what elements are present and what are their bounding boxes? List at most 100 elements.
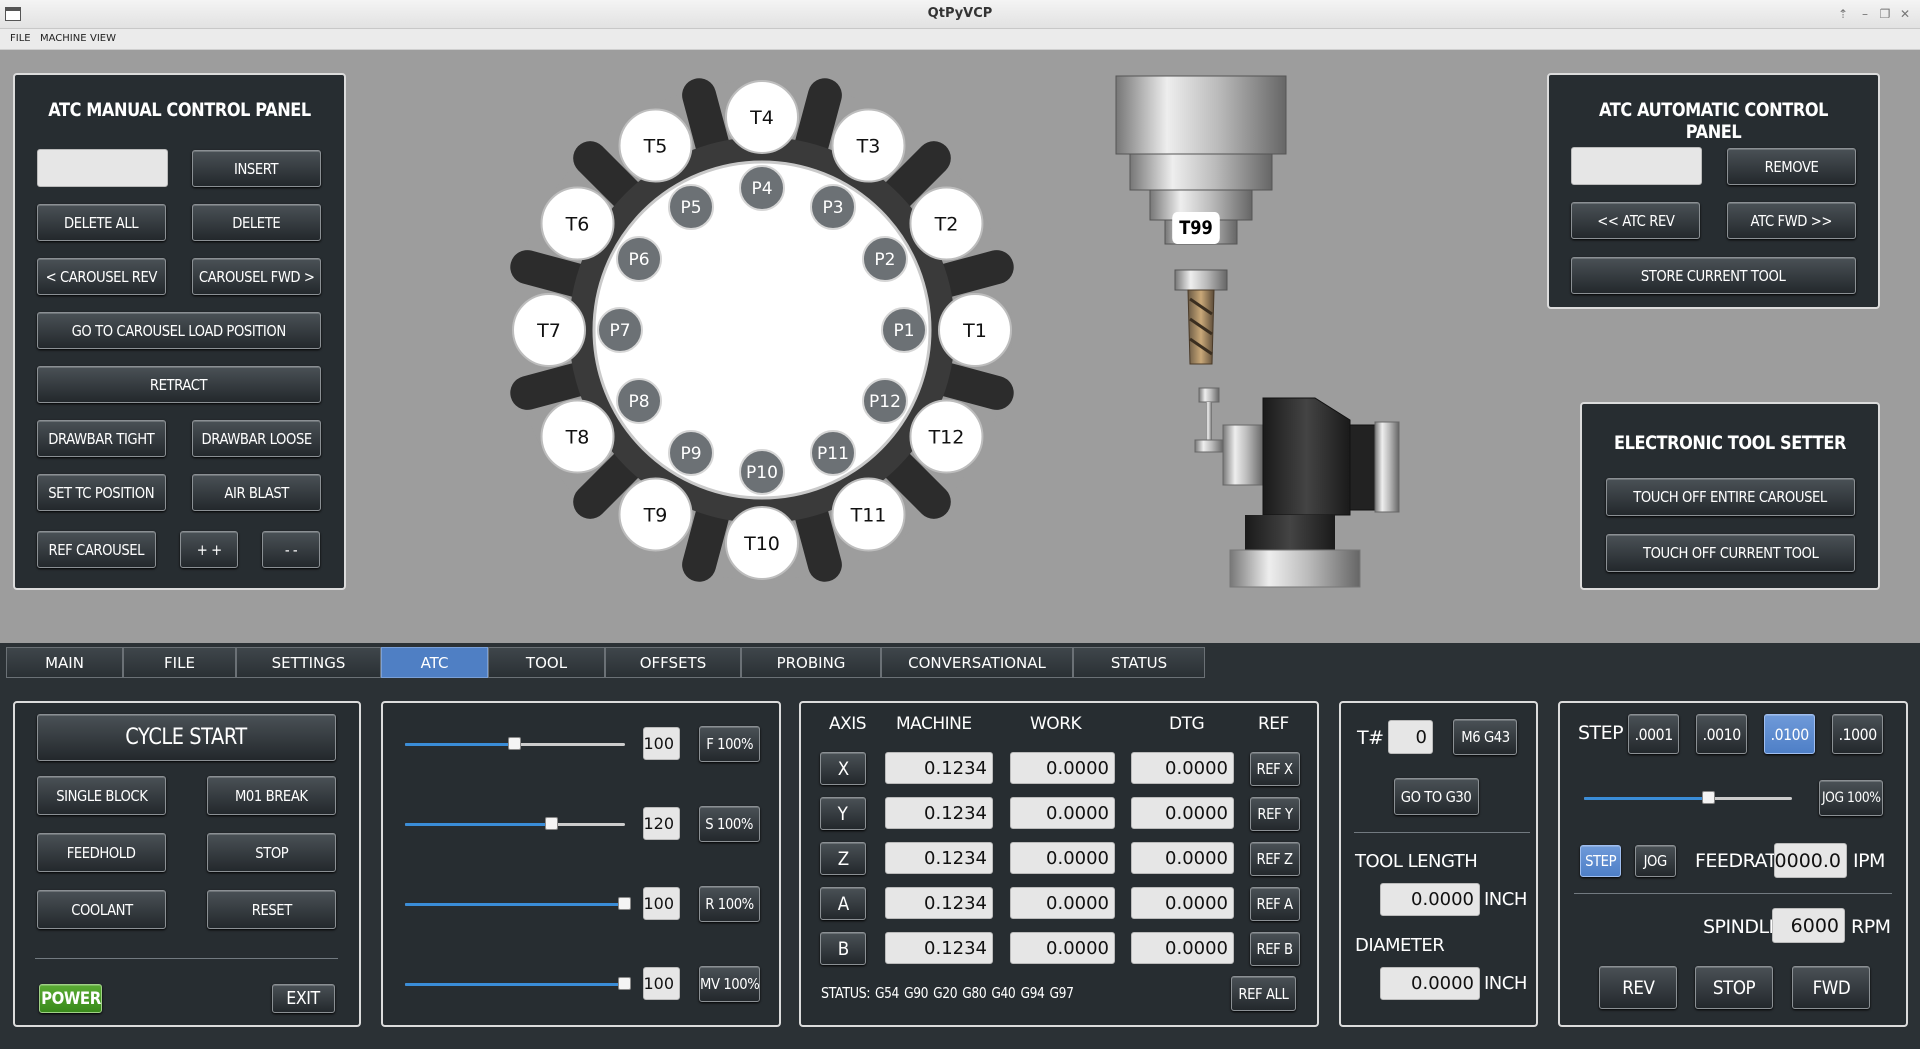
tool-length-unit: INCH [1484,889,1527,910]
axis-x-button[interactable]: X [820,752,866,785]
diameter-field[interactable]: 0.0000 [1380,967,1480,1000]
spindle-fwd-button[interactable]: FWD [1792,966,1870,1009]
pocket-label-p5: P5 [680,198,701,218]
tool-length-label: TOOL LENGTH [1355,851,1478,872]
rapid-override-thumb[interactable] [618,897,631,910]
carousel-fwd-button[interactable]: CAROUSEL FWD > [192,258,321,295]
air-blast-button[interactable]: AIR BLAST [192,474,321,511]
spindle-override-thumb[interactable] [545,817,559,830]
tool-label-t10: T10 [743,533,780,555]
single-block-button[interactable]: SINGLE BLOCK [37,776,166,815]
ref-a-button[interactable]: REF A [1250,887,1300,921]
shade-icon[interactable]: ⇡ [1834,5,1852,23]
delete-button[interactable]: DELETE [192,204,321,241]
jog-100-button[interactable]: JOG 100% [1819,780,1883,816]
minus-minus-button[interactable]: - - [262,531,320,568]
ref-b-button[interactable]: REF B [1250,932,1300,966]
touch-off-carousel-button[interactable]: TOUCH OFF ENTIRE CAROUSEL [1606,478,1855,516]
tool-label-t2: T2 [934,214,959,236]
atc-fwd-button[interactable]: ATC FWD >> [1727,202,1856,239]
power-button[interactable]: POWER [39,984,102,1013]
rapid-override-button[interactable]: R 100% [699,886,760,922]
ref-z-button[interactable]: REF Z [1250,842,1300,876]
go-carousel-load-button[interactable]: GO TO CAROUSEL LOAD POSITION [37,312,321,349]
step-0100-button[interactable]: .0100 [1764,714,1815,754]
touch-off-current-button[interactable]: TOUCH OFF CURRENT TOOL [1606,534,1855,572]
exit-button[interactable]: EXIT [272,984,335,1013]
feedhold-button[interactable]: FEEDHOLD [37,833,166,872]
work-b-field: 0.0000 [1010,932,1115,964]
m01-break-button[interactable]: M01 BREAK [207,776,336,815]
rapid-override-value[interactable]: 100 [643,887,680,920]
drawbar-tight-button[interactable]: DRAWBAR TIGHT [37,420,166,457]
step-0010-button[interactable]: .0010 [1696,714,1747,754]
jog-mode-button[interactable]: JOG [1635,845,1676,877]
feed-override-value[interactable]: 100 [643,727,680,760]
tab-conversational[interactable]: CONVERSATIONAL [881,647,1073,678]
spindle-field[interactable]: 6000 [1772,908,1845,943]
tool-length-field[interactable]: 0.0000 [1380,883,1480,916]
coolant-button[interactable]: COOLANT [37,890,166,929]
status-codes: G54 G90 G20 G80 G40 G94 G97 [875,984,1074,1002]
axis-a-button[interactable]: A [820,887,866,920]
atc-rev-button[interactable]: << ATC REV [1571,202,1700,239]
plus-plus-button[interactable]: + + [180,531,238,568]
menu-file[interactable]: FILE [10,33,31,44]
max-velocity-override-value[interactable]: 100 [643,967,680,1000]
axis-y-button[interactable]: Y [820,797,866,830]
reset-button[interactable]: RESET [207,890,336,929]
spindle-tool-label: T99 [1172,212,1220,244]
spindle-override-value[interactable]: 120 [643,807,680,840]
store-current-tool-button[interactable]: STORE CURRENT TOOL [1571,257,1856,294]
feed-override-thumb[interactable] [508,737,521,750]
remove-button[interactable]: REMOVE [1727,148,1856,185]
stop-button[interactable]: STOP [207,833,336,872]
ref-y-button[interactable]: REF Y [1250,797,1300,831]
step-0001-button[interactable]: .0001 [1628,714,1679,754]
tab-offsets[interactable]: OFFSETS [605,647,741,678]
tab-tool[interactable]: TOOL [488,647,605,678]
ref-carousel-button[interactable]: REF CAROUSEL [37,531,156,568]
minimize-icon[interactable]: – [1856,5,1874,23]
tab-file[interactable]: FILE [123,647,236,678]
feedrate-field[interactable]: 0000.0 [1774,843,1847,878]
ref-x-button[interactable]: REF X [1250,752,1300,786]
spindle-rev-button[interactable]: REV [1599,966,1677,1009]
ref-all-button[interactable]: REF ALL [1231,976,1296,1011]
tab-status[interactable]: STATUS [1073,647,1205,678]
manual-tool-input[interactable] [37,149,168,187]
menu-view[interactable]: VIEW [90,33,116,44]
axis-z-button[interactable]: Z [820,842,866,875]
tool-number-field[interactable]: 0 [1388,720,1433,754]
max-velocity-override-thumb[interactable] [618,977,631,990]
feed-override-button[interactable]: F 100% [699,726,760,762]
tool-setter-graphic [1194,387,1400,588]
step-mode-button[interactable]: STEP [1580,845,1621,877]
insert-button[interactable]: INSERT [192,150,321,187]
spindle-stop-button[interactable]: STOP [1695,966,1773,1009]
jog-slider-thumb[interactable] [1701,791,1715,804]
tab-probing[interactable]: PROBING [741,647,881,678]
pocket-label-p11: P11 [817,444,849,464]
axis-b-button[interactable]: B [820,932,866,965]
retract-button[interactable]: RETRACT [37,366,321,403]
tab-atc[interactable]: ATC [381,647,488,678]
tab-main[interactable]: MAIN [6,647,123,678]
delete-all-button[interactable]: DELETE ALL [37,204,166,241]
carousel-rev-button[interactable]: < CAROUSEL REV [37,258,166,295]
go-to-g30-button[interactable]: GO TO G30 [1394,778,1479,815]
maximize-icon[interactable]: ❐ [1876,5,1894,23]
cycle-start-button[interactable]: CYCLE START [37,714,336,761]
max-velocity-override-button[interactable]: MV 100% [699,966,760,1002]
set-tc-position-button[interactable]: SET TC POSITION [37,474,166,511]
tab-settings[interactable]: SETTINGS [236,647,381,678]
step-1000-button[interactable]: .1000 [1832,714,1883,754]
close-icon[interactable]: ✕ [1896,5,1914,23]
menu-machine[interactable]: MACHINE [40,33,87,44]
auto-tool-input[interactable] [1571,147,1702,185]
dro-header-axis: AXIS [829,714,867,734]
spindle-override-button[interactable]: S 100% [699,806,760,842]
drawbar-loose-button[interactable]: DRAWBAR LOOSE [192,420,321,457]
tool-label-t7: T7 [536,320,561,342]
m6-g43-button[interactable]: M6 G43 [1453,719,1517,755]
